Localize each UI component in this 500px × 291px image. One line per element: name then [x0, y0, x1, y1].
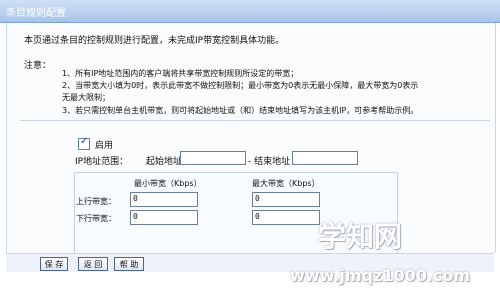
title-bar: 条目规则配置 [0, 0, 500, 23]
note-line-1: 1、所有IP地址范围内的客户端将共享带宽控制规则所设定的带宽； [62, 69, 299, 78]
note-line-2: 2、当带宽大小填为0时，表示此带宽不做控制限制；最小带宽为0表示无最小保障，最大… [62, 81, 419, 90]
start-address-input[interactable] [180, 151, 246, 165]
enable-label: 启用 [95, 141, 114, 151]
section-divider [20, 120, 490, 121]
enable-checkbox[interactable] [78, 136, 90, 150]
notes-title: 注意： [24, 61, 52, 71]
upload-max-input[interactable]: 0 [252, 192, 320, 207]
upload-min-input[interactable]: 0 [130, 192, 198, 207]
watermark-url: www.jmqz1000.com [290, 266, 471, 285]
note-line-3: 无最大限制； [62, 93, 110, 102]
min-bandwidth-header: 最小带宽（Kbps） [134, 179, 202, 188]
end-address-label: - 结束地址 [248, 157, 291, 167]
back-button[interactable]: 返 回 [78, 257, 108, 271]
download-min-input[interactable]: 0 [130, 210, 198, 225]
window-title: 条目规则配置 [6, 8, 66, 19]
note-line-4: 3、若只需控制单台主机带宽，则可将起始地址或（和）结束地址填写为该主机IP，可参… [62, 106, 419, 115]
download-bandwidth-label: 下行带宽： [76, 214, 116, 223]
save-button[interactable]: 保 存 [40, 257, 68, 271]
max-bandwidth-header: 最大带宽（Kbps） [252, 179, 320, 188]
download-max-input[interactable]: 0 [252, 210, 320, 225]
upload-bandwidth-label: 上行带宽： [76, 197, 116, 206]
help-button[interactable]: 帮 助 [114, 257, 144, 271]
watermark-logo: 学知网 [318, 220, 403, 253]
start-address-label: 起始地址 [146, 157, 183, 167]
ip-range-label: IP地址范围： [75, 157, 129, 167]
end-address-input[interactable] [292, 151, 358, 165]
intro-text: 本页通过条目的控制规则进行配置，未完成IP带宽控制具体功能。 [24, 36, 285, 46]
